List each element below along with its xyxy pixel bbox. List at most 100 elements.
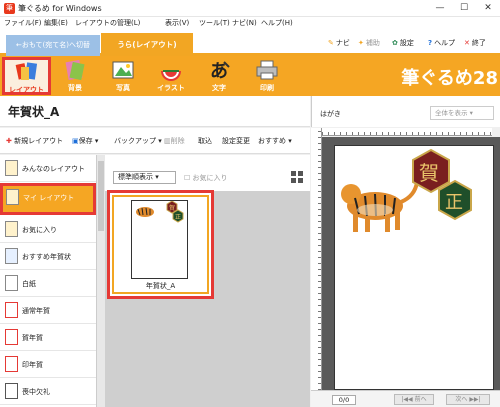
ribbon-text-button[interactable]: あ 文字 <box>197 58 241 95</box>
thumb-kanji-ga: 賀 <box>169 204 175 212</box>
kanji-sho: 正 <box>445 192 463 213</box>
ribbon-layout-label: レイアウト <box>9 86 44 94</box>
exit-icon: ✕ <box>464 39 470 47</box>
zoom-select-value: 全体を表示 <box>435 109 468 117</box>
text-icon: あ <box>210 61 230 81</box>
ruler-vertical <box>311 128 322 390</box>
save-button[interactable]: ▣保存 ▾ <box>72 136 98 146</box>
new-layout-label: 新規レイアウト <box>14 137 64 145</box>
help-icon: ? <box>428 39 433 47</box>
folder-icon <box>6 189 19 205</box>
category-item[interactable]: おすすめ年賀状 <box>0 243 96 270</box>
folder-icon <box>5 221 18 237</box>
menu-bar: ファイル(F) 編集(E) レイアウトの管理(L) 表示(V) ツール(T) ナ… <box>0 17 500 31</box>
kanji-sho-badge: 正 <box>438 179 472 221</box>
zoom-select[interactable]: 全体を表示 ▾ <box>430 106 494 120</box>
category-item[interactable]: 賀年賀 <box>0 324 96 351</box>
navi-label: ナビ <box>335 39 350 47</box>
new-doc-icon: ✚ <box>6 137 12 145</box>
gear-icon: ✿ <box>392 39 398 47</box>
category-item[interactable]: 通常年賀 <box>0 297 96 324</box>
category-item[interactable]: 印年賀 <box>0 351 96 378</box>
tab-ura-layout[interactable]: うら(レイアウト) <box>101 33 193 56</box>
recommend-button[interactable]: おすすめ ▾ <box>258 136 292 146</box>
new-layout-button[interactable]: ✚ 新規レイアウト <box>6 136 63 146</box>
card-icon <box>5 302 18 318</box>
category-item[interactable]: お気に入り <box>0 216 96 243</box>
next-page-button[interactable]: 次へ ▶▶| <box>446 394 490 405</box>
main-ribbon: レイアウト 背景 写真 イラスト あ 文字 印刷 筆ぐるめ28 <box>0 56 500 96</box>
layout-title-bar: 年賀状_A <box>0 96 310 127</box>
category-item-my-layout[interactable]: マイ レイアウト <box>0 183 96 215</box>
tiger-illustration-icon: 賀 正 <box>136 200 184 223</box>
help-tool[interactable]: ? ヘルプ <box>428 38 455 48</box>
card-icon <box>5 383 18 399</box>
minimize-button[interactable]: — <box>428 0 452 17</box>
illustration-icon <box>161 70 181 81</box>
category-scrollbar-thumb[interactable] <box>98 161 104 231</box>
settings-label: 設定 <box>399 39 414 47</box>
exit-tool[interactable]: ✕ 終了 <box>464 38 486 48</box>
maximize-button[interactable]: ☐ <box>452 0 476 17</box>
import-button[interactable]: 取込 <box>198 136 212 146</box>
ribbon-illustration-button[interactable]: イラスト <box>149 58 193 95</box>
ribbon-text-label: 文字 <box>212 84 226 92</box>
close-button[interactable]: ✕ <box>476 0 500 17</box>
category-label: 通常年賀 <box>22 307 50 315</box>
delete-button[interactable]: ▥削除 <box>164 136 185 146</box>
prev-page-button[interactable]: |◀◀ 前へ <box>394 394 434 405</box>
sort-select[interactable]: 標準順表示 ▾ <box>113 171 176 184</box>
grid-view-icon[interactable] <box>291 171 303 183</box>
recommend-label: おすすめ <box>258 137 286 145</box>
postcard-preview[interactable]: 賀 正 <box>334 145 494 390</box>
ribbon-layout-button[interactable]: レイアウト <box>2 57 51 95</box>
menu-help[interactable]: ヘルプ(H) <box>261 18 293 28</box>
menu-layout-manage[interactable]: レイアウトの管理(L) <box>75 18 140 28</box>
favorites-filter[interactable]: ☐ お気に入り <box>184 173 228 183</box>
layout-title: 年賀状_A <box>8 105 60 119</box>
trash-icon: ▥ <box>164 137 171 145</box>
page-indicator: 0/0 <box>332 395 356 405</box>
change-settings-button[interactable]: 設定変更 <box>222 136 250 146</box>
ribbon-illustration-label: イラスト <box>157 84 185 92</box>
preview-card-type: はがき <box>320 110 341 118</box>
thumbnail-name: 年賀状_A <box>145 282 176 290</box>
menu-navi[interactable]: ナビ(N) <box>232 18 257 28</box>
window-title: 筆ぐるめ for Windows <box>18 4 102 13</box>
tab-omote-switch[interactable]: ←おもて(宛て名)へ切替 <box>6 35 100 56</box>
category-list: みんなのレイアウト マイ レイアウト お気に入り おすすめ年賀状 白紙 通常年賀… <box>0 155 97 407</box>
category-label: 喪中欠礼 <box>22 388 50 396</box>
ribbon-print-button[interactable]: 印刷 <box>245 58 289 95</box>
save-label: 保存 <box>78 137 93 145</box>
ribbon-photo-label: 写真 <box>116 84 130 92</box>
backup-button[interactable]: バックアップ ▾ <box>114 136 162 146</box>
hojo-tool[interactable]: ✦ 補助 <box>358 38 380 48</box>
save-icon: ▣ <box>72 137 79 145</box>
ribbon-photo-button[interactable]: 写真 <box>101 58 145 95</box>
category-label: 賀年賀 <box>22 334 43 342</box>
postcard-artwork: 賀 正 <box>341 148 472 232</box>
thumbnail-preview: 賀 正 <box>131 200 188 279</box>
navi-tool[interactable]: ✎ ナビ <box>328 38 350 48</box>
category-item[interactable]: みんなのレイアウト <box>0 155 96 182</box>
settings-tool[interactable]: ✿ 設定 <box>392 38 414 48</box>
menu-file[interactable]: ファイル(F) <box>4 18 42 28</box>
mode-tab-row: ←おもて(宛て名)へ切替 うら(レイアウト) ✎ ナビ ✦ 補助 ✿ 設定 ? ヘルプ … <box>0 31 500 56</box>
category-item[interactable]: 白紙 <box>0 270 96 297</box>
pen-icon: ✎ <box>328 39 334 47</box>
card-icon <box>5 248 18 264</box>
ribbon-background-label: 背景 <box>68 84 82 92</box>
menu-view[interactable]: 表示(V) <box>165 18 189 28</box>
background-icon <box>65 59 85 81</box>
menu-tools[interactable]: ツール(T) <box>199 18 230 28</box>
menu-edit[interactable]: 編集(E) <box>44 18 68 28</box>
kanji-ga: 賀 <box>419 161 439 185</box>
help-label: ヘルプ <box>434 39 456 47</box>
exit-label: 終了 <box>471 39 486 47</box>
category-item[interactable]: 喪中欠礼 <box>0 378 96 405</box>
wand-icon: ✦ <box>358 39 364 47</box>
category-label: 印年賀 <box>22 361 43 369</box>
ribbon-background-button[interactable]: 背景 <box>53 58 97 95</box>
hojo-label: 補助 <box>365 39 380 47</box>
layout-icon <box>15 62 37 80</box>
